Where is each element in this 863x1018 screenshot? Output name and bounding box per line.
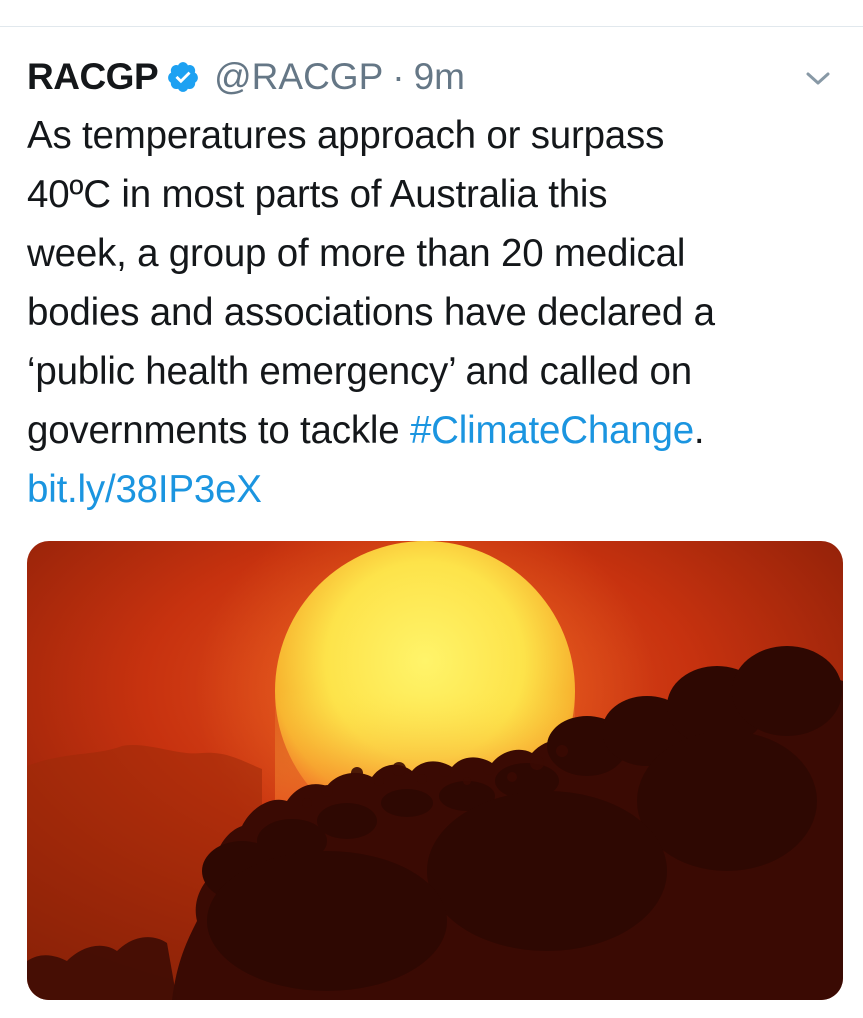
verified-badge-icon xyxy=(166,60,200,94)
sunset-photo xyxy=(27,541,843,1000)
hashtag-link[interactable]: #ClimateChange xyxy=(410,409,694,452)
tweet-text-line: week, a group of more than 20 medical xyxy=(27,232,686,275)
top-divider xyxy=(0,26,863,27)
tweet-header: RACGP @RACGP · 9m xyxy=(27,52,841,102)
tweet-text-fragment: . xyxy=(693,409,705,452)
url-link[interactable]: bit.ly/38IP3eX xyxy=(27,468,262,511)
tweet-text: As temperatures approach or surpass 40ºC… xyxy=(27,106,841,519)
tweet-text-line: As temperatures approach or surpass xyxy=(27,114,665,157)
tweet[interactable]: RACGP @RACGP · 9m As temperatures approa… xyxy=(27,52,841,519)
tweet-text-line: governments to tackle #ClimateChange. xyxy=(27,401,841,460)
timestamp[interactable]: 9m xyxy=(414,56,465,98)
tweet-text-line: bit.ly/38IP3eX xyxy=(27,460,841,519)
chevron-down-icon[interactable] xyxy=(805,70,831,88)
separator: · xyxy=(392,56,405,97)
tweet-media-image[interactable] xyxy=(27,541,843,1000)
tweet-text-line: bodies and associations have declared a xyxy=(27,291,715,334)
handle-and-time: @RACGP · 9m xyxy=(214,56,465,98)
display-name[interactable]: RACGP xyxy=(27,56,159,98)
tweet-text-line: ‘public health emergency’ and called on xyxy=(27,350,692,393)
handle[interactable]: @RACGP xyxy=(214,56,383,98)
tweet-text-line: 40ºC in most parts of Australia this xyxy=(27,173,608,216)
tweet-text-fragment: governments to tackle xyxy=(27,409,410,452)
